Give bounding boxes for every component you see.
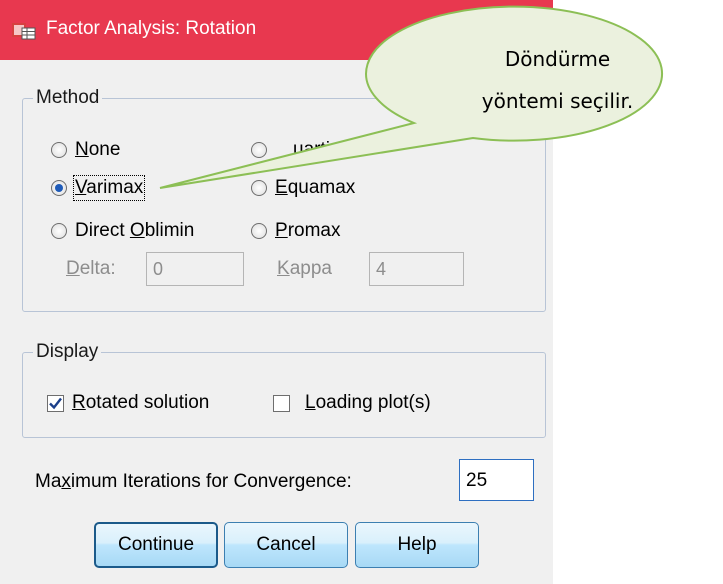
dialog-title: Factor Analysis: Rotation bbox=[46, 18, 257, 39]
rotated-solution-check-indicator bbox=[47, 394, 64, 412]
method-legend: Method bbox=[33, 87, 103, 109]
spss-app-icon bbox=[12, 23, 36, 40]
radio-equamax-label: Equamax bbox=[275, 177, 356, 198]
continue-button[interactable]: Continue bbox=[94, 522, 218, 568]
radio-direct-oblimin-label: Direct Oblimin bbox=[75, 220, 195, 241]
callout-text: Döndürme yöntemi seçilir. bbox=[450, 38, 665, 122]
radio-quartimax[interactable]: uartimax bbox=[251, 136, 366, 164]
loading-plots-checkbox[interactable]: Loading plot(s) bbox=[273, 389, 431, 417]
max-iterations-label: Maximum Iterations for Convergence: bbox=[35, 471, 352, 492]
radio-none[interactable]: None bbox=[51, 136, 120, 164]
radio-promax[interactable]: Promax bbox=[251, 217, 340, 245]
radio-promax-label: Promax bbox=[275, 220, 341, 241]
help-button[interactable]: Help bbox=[355, 522, 479, 568]
delta-input[interactable]: 0 bbox=[146, 252, 244, 286]
radio-equamax-indicator bbox=[251, 180, 267, 196]
radio-promax-indicator bbox=[251, 223, 267, 239]
rotated-solution-label: Rotated solution bbox=[72, 392, 210, 413]
loading-plots-check-indicator bbox=[273, 394, 290, 412]
rotated-solution-checkbox[interactable]: Rotated solution bbox=[47, 389, 209, 417]
radio-quartimax-indicator bbox=[251, 142, 267, 158]
radio-varimax-label: Varimax bbox=[72, 175, 146, 201]
radio-varimax-indicator bbox=[51, 180, 67, 196]
radio-none-indicator bbox=[51, 142, 67, 158]
display-legend: Display bbox=[33, 341, 102, 363]
radio-varimax[interactable]: Varimax bbox=[51, 174, 146, 202]
kappa-label: Kappa bbox=[277, 258, 332, 279]
radio-equamax[interactable]: Equamax bbox=[251, 174, 355, 202]
kappa-input[interactable]: 4 bbox=[369, 252, 464, 286]
callout-line-2: yöntemi seçilir. bbox=[481, 89, 634, 113]
checkmark-icon bbox=[49, 397, 62, 409]
radio-quartimax-label: uartimax bbox=[293, 139, 366, 160]
callout-line-1: Döndürme bbox=[504, 47, 611, 71]
loading-plots-label: Loading plot(s) bbox=[305, 392, 431, 413]
cancel-button[interactable]: Cancel bbox=[224, 522, 348, 568]
radio-direct-oblimin[interactable]: Direct Oblimin bbox=[51, 217, 194, 245]
radio-none-label: None bbox=[75, 139, 121, 160]
radio-direct-oblimin-indicator bbox=[51, 223, 67, 239]
max-iterations-input[interactable]: 25 bbox=[459, 459, 534, 501]
delta-label: Delta: bbox=[66, 258, 116, 279]
